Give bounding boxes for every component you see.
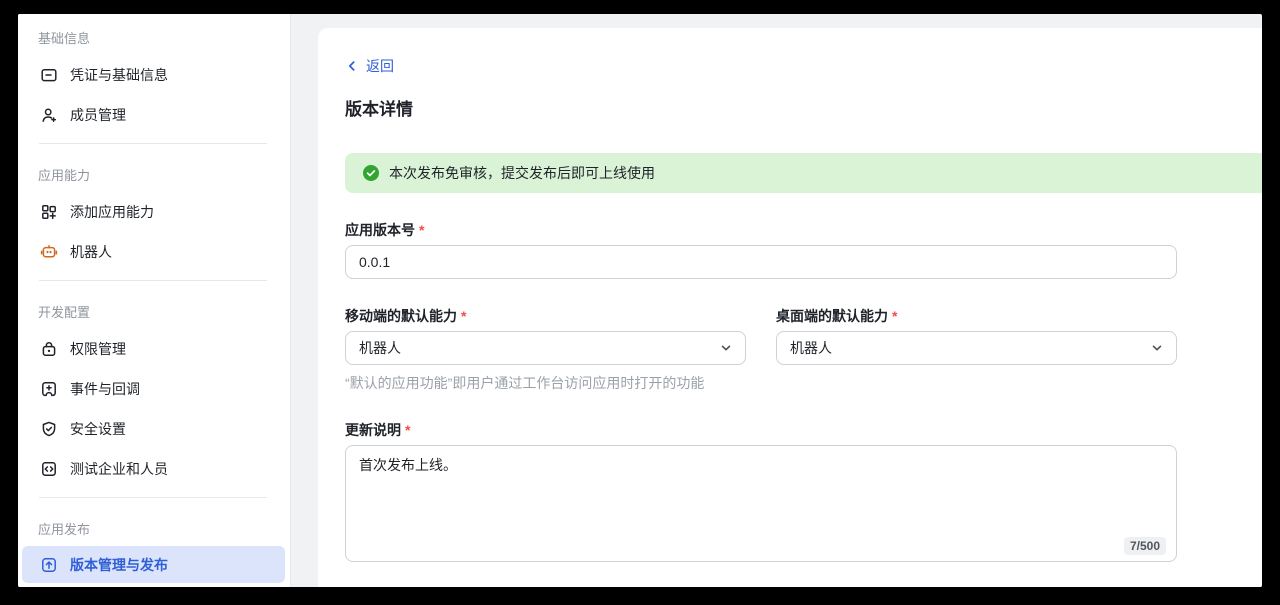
content-card: 返回 版本详情 本次发布免审核，提交发布后即可上线使用 应用版本号* 移动端的默… xyxy=(318,28,1262,587)
version-input[interactable] xyxy=(345,245,1177,279)
sidebar-section-capabilities: 应用能力 添加应用能力 机器人 xyxy=(18,166,290,272)
chevron-left-icon xyxy=(345,59,359,73)
required-asterisk: * xyxy=(405,422,410,438)
back-label: 返回 xyxy=(366,56,394,76)
update-notes-label: 更新说明* xyxy=(345,420,1262,440)
update-notes-label-text: 更新说明 xyxy=(345,422,401,438)
sidebar-item-test-company[interactable]: 测试企业和人员 xyxy=(22,449,285,489)
sidebar-item-label: 事件与回调 xyxy=(70,379,140,399)
mobile-capability-select[interactable]: 机器人 xyxy=(345,331,746,365)
char-counter: 7/500 xyxy=(1124,537,1166,555)
chevron-down-icon xyxy=(718,340,734,356)
event-callback-icon xyxy=(40,380,58,398)
chevron-down-icon xyxy=(1149,340,1165,356)
success-banner: 本次发布免审核，提交发布后即可上线使用 xyxy=(345,153,1262,193)
desktop-capability-select[interactable]: 机器人 xyxy=(776,331,1177,365)
mobile-capability-value: 机器人 xyxy=(359,338,401,358)
desktop-capability-field: 桌面端的默认能力* 机器人 xyxy=(776,279,1177,365)
sidebar-section-dev-config: 开发配置 权限管理 事件与回调 安全设置 测试企业和人员 xyxy=(18,303,290,489)
required-asterisk: * xyxy=(461,308,466,324)
sidebar-item-label: 成员管理 xyxy=(70,105,126,125)
version-label-text: 应用版本号 xyxy=(345,222,415,238)
sidebar-item-label: 版本管理与发布 xyxy=(70,555,168,575)
publish-icon xyxy=(40,556,58,574)
desktop-capability-value: 机器人 xyxy=(790,338,832,358)
sidebar-item-label: 机器人 xyxy=(70,242,112,262)
add-capability-icon xyxy=(40,203,58,221)
desktop-capability-label-text: 桌面端的默认能力 xyxy=(776,308,888,324)
section-title-capabilities: 应用能力 xyxy=(38,166,270,186)
member-add-icon xyxy=(40,106,58,124)
sidebar-item-security[interactable]: 安全设置 xyxy=(22,409,285,449)
banner-text: 本次发布免审核，提交发布后即可上线使用 xyxy=(389,163,655,183)
sidebar-item-members[interactable]: 成员管理 xyxy=(22,95,285,135)
mobile-capability-label: 移动端的默认能力* xyxy=(345,306,746,326)
lock-icon xyxy=(40,340,58,358)
sidebar-item-permissions[interactable]: 权限管理 xyxy=(22,329,285,369)
sidebar-item-events-callbacks[interactable]: 事件与回调 xyxy=(22,369,285,409)
card-icon xyxy=(40,66,58,84)
sidebar-section-release: 应用发布 版本管理与发布 xyxy=(18,520,290,583)
check-circle-icon xyxy=(362,164,380,182)
sidebar-item-credentials[interactable]: 凭证与基础信息 xyxy=(22,55,285,95)
sidebar-divider xyxy=(39,143,267,144)
page-title: 版本详情 xyxy=(345,98,1262,122)
update-notes-wrap: 首次发布上线。 7/500 xyxy=(345,445,1177,562)
sidebar-item-label: 安全设置 xyxy=(70,419,126,439)
update-notes-textarea[interactable]: 首次发布上线。 xyxy=(345,445,1177,562)
update-notes-field: 更新说明* 首次发布上线。 7/500 xyxy=(345,420,1262,562)
section-title-release: 应用发布 xyxy=(38,520,270,540)
mobile-capability-label-text: 移动端的默认能力 xyxy=(345,308,457,324)
mobile-capability-field: 移动端的默认能力* 机器人 xyxy=(345,279,746,365)
sidebar: 基础信息 凭证与基础信息 成员管理 应用能力 添加应用能力 机器人 xyxy=(18,14,291,587)
sidebar-item-add-capability[interactable]: 添加应用能力 xyxy=(22,192,285,232)
sidebar-item-robot[interactable]: 机器人 xyxy=(22,232,285,272)
sidebar-divider xyxy=(39,497,267,498)
sidebar-item-label: 添加应用能力 xyxy=(70,202,154,222)
capability-row: 移动端的默认能力* 机器人 桌面端的默认能力* 机器人 xyxy=(345,279,1177,365)
sidebar-item-label: 权限管理 xyxy=(70,339,126,359)
robot-icon xyxy=(40,243,58,261)
sidebar-section-basic-info: 基础信息 凭证与基础信息 成员管理 xyxy=(18,29,290,135)
version-label: 应用版本号* xyxy=(345,220,1262,240)
desktop-capability-label: 桌面端的默认能力* xyxy=(776,306,1177,326)
back-link[interactable]: 返回 xyxy=(345,56,394,76)
sidebar-divider xyxy=(39,280,267,281)
version-field: 应用版本号* xyxy=(345,220,1262,279)
app-window: 基础信息 凭证与基础信息 成员管理 应用能力 添加应用能力 机器人 xyxy=(18,14,1262,587)
sidebar-item-label: 凭证与基础信息 xyxy=(70,65,168,85)
code-icon xyxy=(40,460,58,478)
shield-check-icon xyxy=(40,420,58,438)
section-title-dev-config: 开发配置 xyxy=(38,303,270,323)
required-asterisk: * xyxy=(419,222,424,238)
main-area: 返回 版本详情 本次发布免审核，提交发布后即可上线使用 应用版本号* 移动端的默… xyxy=(291,14,1262,587)
sidebar-item-label: 测试企业和人员 xyxy=(70,459,168,479)
section-title-basic-info: 基础信息 xyxy=(38,29,270,49)
sidebar-item-version-release[interactable]: 版本管理与发布 xyxy=(22,546,285,583)
capability-hint: “默认的应用功能”即用户通过工作台访问应用时打开的功能 xyxy=(345,373,1262,393)
required-asterisk: * xyxy=(892,308,897,324)
